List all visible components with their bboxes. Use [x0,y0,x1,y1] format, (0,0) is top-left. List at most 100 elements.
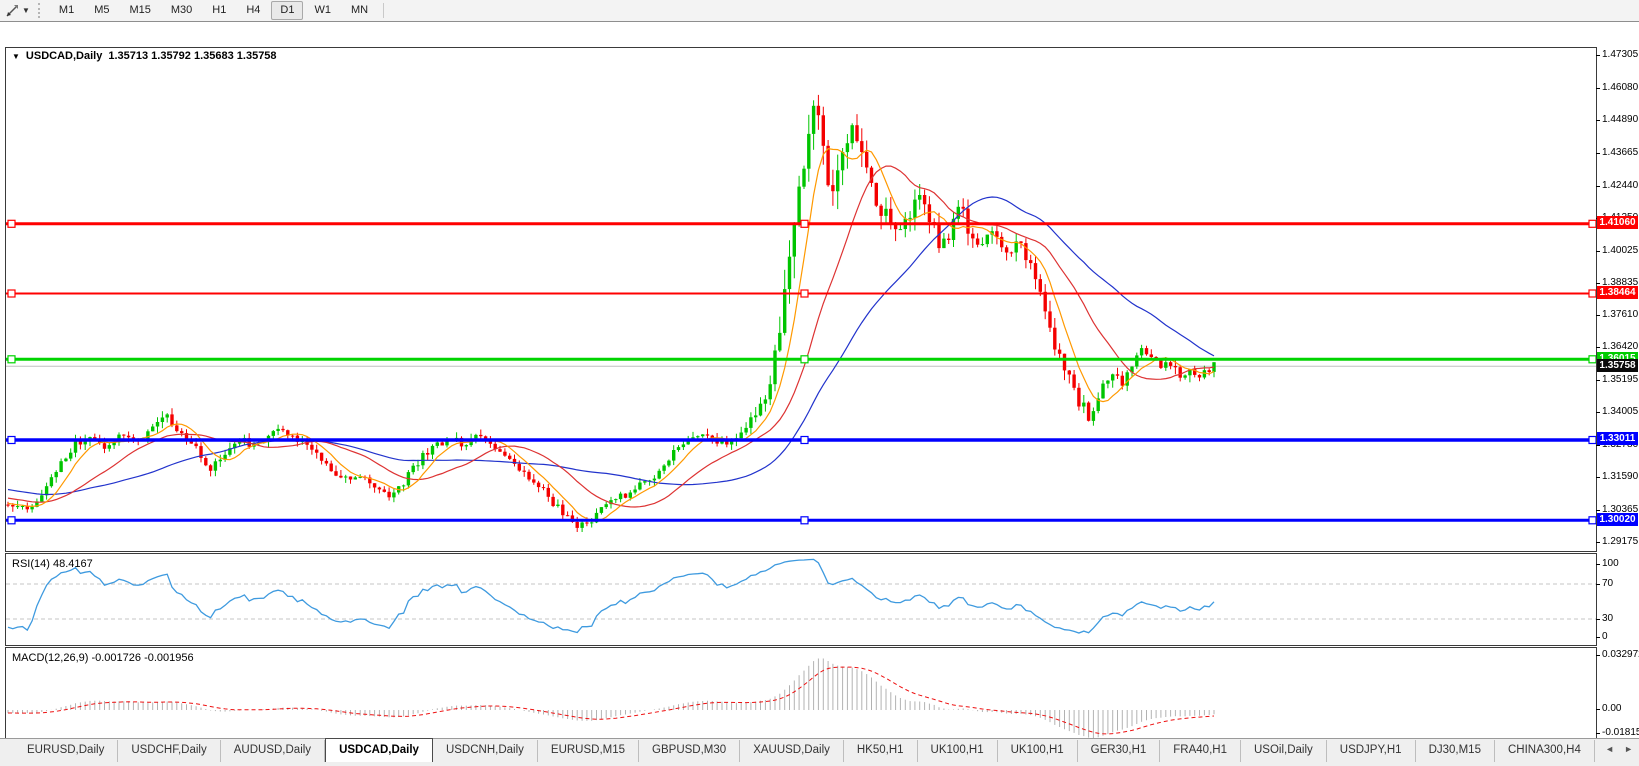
timeframe-button-h1[interactable]: H1 [203,1,235,20]
timeframe-button-m1[interactable]: M1 [50,1,83,20]
price-tick-label: 1.34005 [1602,406,1638,417]
price-tick-mark [1596,412,1600,413]
price-tick-label: 1.31590 [1602,471,1638,482]
price-tick-mark [1596,542,1600,543]
price-tick-mark [1596,186,1600,187]
macd-signal-line [8,667,1214,734]
hline-handle[interactable] [8,517,15,524]
timeframe-button-mn[interactable]: MN [342,1,377,20]
macd-axis-label: -0.018154 [1602,727,1639,738]
hline-handle[interactable] [8,437,15,444]
hline-handle[interactable] [1589,290,1596,297]
macd-histogram [8,659,1214,739]
price-tick-label: 1.44890 [1602,114,1638,125]
macd-pane[interactable]: MACD(12,26,9) -0.001726 -0.001956 [5,647,1597,741]
hline-handle[interactable] [801,220,808,227]
timeframe-button-w1[interactable]: W1 [305,1,340,20]
line-studies-button[interactable]: ▼ [0,1,34,20]
hline-handle[interactable] [801,437,808,444]
chevron-down-icon: ▼ [22,7,30,15]
macd-canvas[interactable] [6,648,1596,740]
price-badge-1.41060: 1.41060 [1597,216,1638,229]
timeframe-button-m15[interactable]: M15 [120,1,159,20]
price-tick-mark [1596,347,1600,348]
chart-tab-usdjpy-h1[interactable]: USDJPY,H1 [1327,740,1416,762]
price-tick-label: 1.42440 [1602,180,1638,191]
price-tick-mark [1596,510,1600,511]
price-tick-mark [1596,120,1600,121]
price-tick-label: 1.43665 [1602,147,1638,158]
macd-axis-label: 0.032972 [1602,649,1639,660]
hline-handle[interactable] [8,220,15,227]
rsi-axis-label: 0 [1602,631,1608,642]
rsi-axis-label: 30 [1602,613,1613,624]
chart-ohlc-values: 1.35713 1.35792 1.35683 1.35758 [108,50,276,62]
price-tick-mark [1596,153,1600,154]
toolbar-grip [38,3,43,18]
macd-axis-label: 0.00 [1602,703,1621,714]
rsi-tick-mark [1596,584,1600,585]
price-tick-label: 1.40025 [1602,245,1638,256]
chart-tab-fra40-h1[interactable]: FRA40,H1 [1160,740,1241,762]
timeframe-button-d1[interactable]: D1 [271,1,303,20]
price-chart-canvas[interactable] [6,48,1596,551]
timeframe-button-h4[interactable]: H4 [237,1,269,20]
chart-tab-xauusd-daily[interactable]: XAUUSD,Daily [740,740,844,762]
main-price-pane[interactable] [5,47,1597,552]
hline-handle[interactable] [8,356,15,363]
bottom-strip [0,762,1639,766]
price-tick-mark [1596,88,1600,89]
price-badge-1.30020: 1.30020 [1597,513,1638,526]
rsi-tick-mark [1596,637,1600,638]
hline-handle[interactable] [1589,220,1596,227]
price-tick-mark [1596,315,1600,316]
price-tick-mark [1596,380,1600,381]
chart-tab-usoil-daily[interactable]: USOil,Daily [1241,740,1327,762]
tab-scroll-left-icon[interactable]: ◄ [1605,744,1614,754]
chart-tab-eurusd-m15[interactable]: EURUSD,M15 [538,740,639,762]
timeframe-button-m5[interactable]: M5 [85,1,118,20]
chart-tab-usdchf-daily[interactable]: USDCHF,Daily [118,740,220,762]
price-tick-mark [1596,251,1600,252]
chart-window: ▼ USDCAD,Daily 1.35713 1.35792 1.35683 1… [0,21,1639,739]
chart-tab-usdcad-daily[interactable]: USDCAD,Daily [325,738,433,763]
chart-tab-hk50-h1[interactable]: HK50,H1 [844,740,918,762]
chart-tab-china300-h4[interactable]: CHINA300,H4 [1495,740,1595,762]
price-axis[interactable]: 1.473051.460801.448901.436651.424401.412… [1596,43,1639,760]
chart-tab-eurusd-daily[interactable]: EURUSD,Daily [14,740,118,762]
tab-scroll-right-icon[interactable]: ► [1624,744,1633,754]
macd-tick-mark [1596,655,1600,656]
fast-ma-line [8,149,1214,522]
timeframe-button-m30[interactable]: M30 [162,1,201,20]
price-tick-mark [1596,55,1600,56]
price-tick-label: 1.36420 [1602,341,1638,352]
price-tick-label: 1.46080 [1602,82,1638,93]
chart-symbol-period: USDCAD,Daily [26,50,102,62]
price-tick-mark [1596,477,1600,478]
hline-handle[interactable] [801,517,808,524]
rsi-pane[interactable]: RSI(14) 48.4167 [5,553,1597,646]
chart-tab-ger30-h1[interactable]: GER30,H1 [1078,740,1161,762]
hline-handle[interactable] [801,290,808,297]
rsi-axis-label: 100 [1602,558,1619,569]
chart-tab-gbpusd-m30[interactable]: GBPUSD,M30 [639,740,740,762]
chart-tab-dj30-m15[interactable]: DJ30,M15 [1416,740,1495,762]
chart-title[interactable]: ▼ USDCAD,Daily 1.35713 1.35792 1.35683 1… [12,50,277,62]
macd-tick-mark [1596,733,1600,734]
rsi-label: RSI(14) 48.4167 [12,558,93,570]
hline-handle[interactable] [1589,437,1596,444]
hline-handle[interactable] [801,356,808,363]
hline-handle[interactable] [8,290,15,297]
price-badge-1.33011: 1.33011 [1597,432,1638,445]
price-tick-label: 1.29175 [1602,536,1638,547]
chart-tab-usdcnh-daily[interactable]: USDCNH,Daily [433,740,538,762]
hline-handle[interactable] [1589,517,1596,524]
chart-tab-audusd-daily[interactable]: AUDUSD,Daily [221,740,325,762]
chart-tab-bar: EURUSD,DailyUSDCHF,DailyAUDUSD,DailyUSDC… [0,738,1639,762]
rsi-canvas[interactable] [6,554,1596,645]
collapse-triangle-icon: ▼ [12,52,20,61]
chart-tab-uk100-h1[interactable]: UK100,H1 [918,740,998,762]
chart-tab-uk100-h1[interactable]: UK100,H1 [998,740,1078,762]
price-badge-1.35758: 1.35758 [1597,359,1638,372]
hline-handle[interactable] [1589,356,1596,363]
